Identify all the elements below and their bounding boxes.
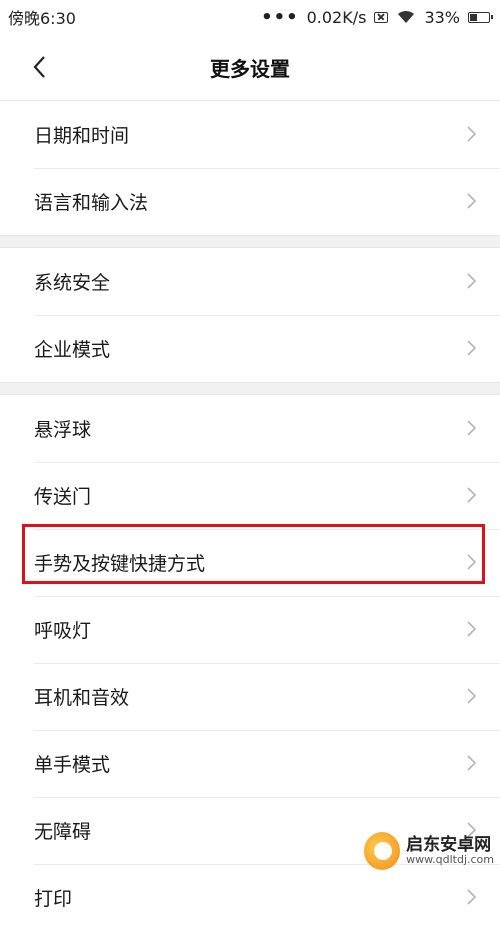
no-sim-icon [374, 11, 389, 23]
chevron-right-icon [467, 487, 477, 503]
chevron-right-icon [467, 340, 477, 356]
chevron-right-icon [467, 621, 477, 637]
chevron-right-icon [467, 688, 477, 704]
back-button[interactable] [24, 52, 54, 82]
battery-icon [468, 11, 493, 23]
status-time: 傍晚6:30 [8, 9, 76, 28]
list-item-enterprise-mode[interactable]: 企业模式 [0, 315, 500, 382]
more-dots-icon: ••• [261, 6, 299, 28]
chevron-right-icon [467, 755, 477, 771]
list-item-label: 传送门 [34, 486, 92, 508]
chevron-right-icon [467, 273, 477, 289]
list-item-label: 手势及按键快捷方式 [34, 553, 206, 575]
list-item-label: 打印 [34, 888, 73, 910]
watermark-url: www.qdltdj.com [406, 853, 494, 867]
settings-group: 日期和时间 语言和输入法 [0, 101, 500, 235]
list-item-one-handed-mode[interactable]: 单手模式 [0, 730, 500, 797]
watermark: 启东安卓网 www.qdltdj.com [364, 821, 494, 881]
chevron-right-icon [467, 420, 477, 436]
list-item-label: 悬浮球 [34, 419, 92, 441]
list-item-label: 语言和输入法 [34, 192, 149, 214]
status-bar: 傍晚6:30 ••• 0.02K/s 33% [0, 0, 500, 34]
list-item-label: 无障碍 [34, 821, 92, 843]
network-speed: 0.02K/s [306, 7, 367, 27]
list-item-language-input[interactable]: 语言和输入法 [0, 168, 500, 235]
list-item-portal[interactable]: 传送门 [0, 462, 500, 529]
watermark-name: 启东安卓网 [406, 834, 492, 855]
chevron-right-icon [467, 554, 477, 570]
list-item-gesture-shortcuts[interactable]: 手势及按键快捷方式 [0, 529, 500, 596]
nav-bar: 更多设置 [0, 34, 500, 100]
list-item-system-security[interactable]: 系统安全 [0, 248, 500, 315]
status-icons: ••• 0.02K/s 33% [261, 6, 493, 28]
watermark-text: 启东安卓网 www.qdltdj.com [406, 834, 494, 867]
list-item-date-time[interactable]: 日期和时间 [0, 101, 500, 168]
list-item-label: 单手模式 [34, 754, 111, 776]
wifi-icon [398, 10, 415, 23]
watermark-logo-icon [364, 832, 401, 870]
list-item-label: 呼吸灯 [34, 620, 92, 642]
battery-percent: 33% [424, 7, 460, 27]
page-title: 更多设置 [210, 56, 290, 81]
chevron-right-icon [467, 889, 477, 905]
chevron-right-icon [467, 126, 477, 142]
list-item-floating-ball[interactable]: 悬浮球 [0, 395, 500, 462]
settings-group: 系统安全 企业模式 [0, 248, 500, 382]
settings-list: 日期和时间 语言和输入法 系统安全 企业模式 悬浮球 传送门 手势及按键快捷方式 [0, 101, 500, 931]
list-item-label: 系统安全 [34, 272, 111, 294]
list-item-breathing-light[interactable]: 呼吸灯 [0, 596, 500, 663]
group-separator [0, 235, 500, 248]
chevron-right-icon [467, 193, 477, 209]
group-separator [0, 382, 500, 395]
list-item-label: 耳机和音效 [34, 687, 130, 709]
back-arrow-icon [33, 56, 45, 78]
list-item-label: 日期和时间 [34, 125, 130, 147]
list-item-headphones-audio[interactable]: 耳机和音效 [0, 663, 500, 730]
list-item-label: 企业模式 [34, 339, 111, 361]
